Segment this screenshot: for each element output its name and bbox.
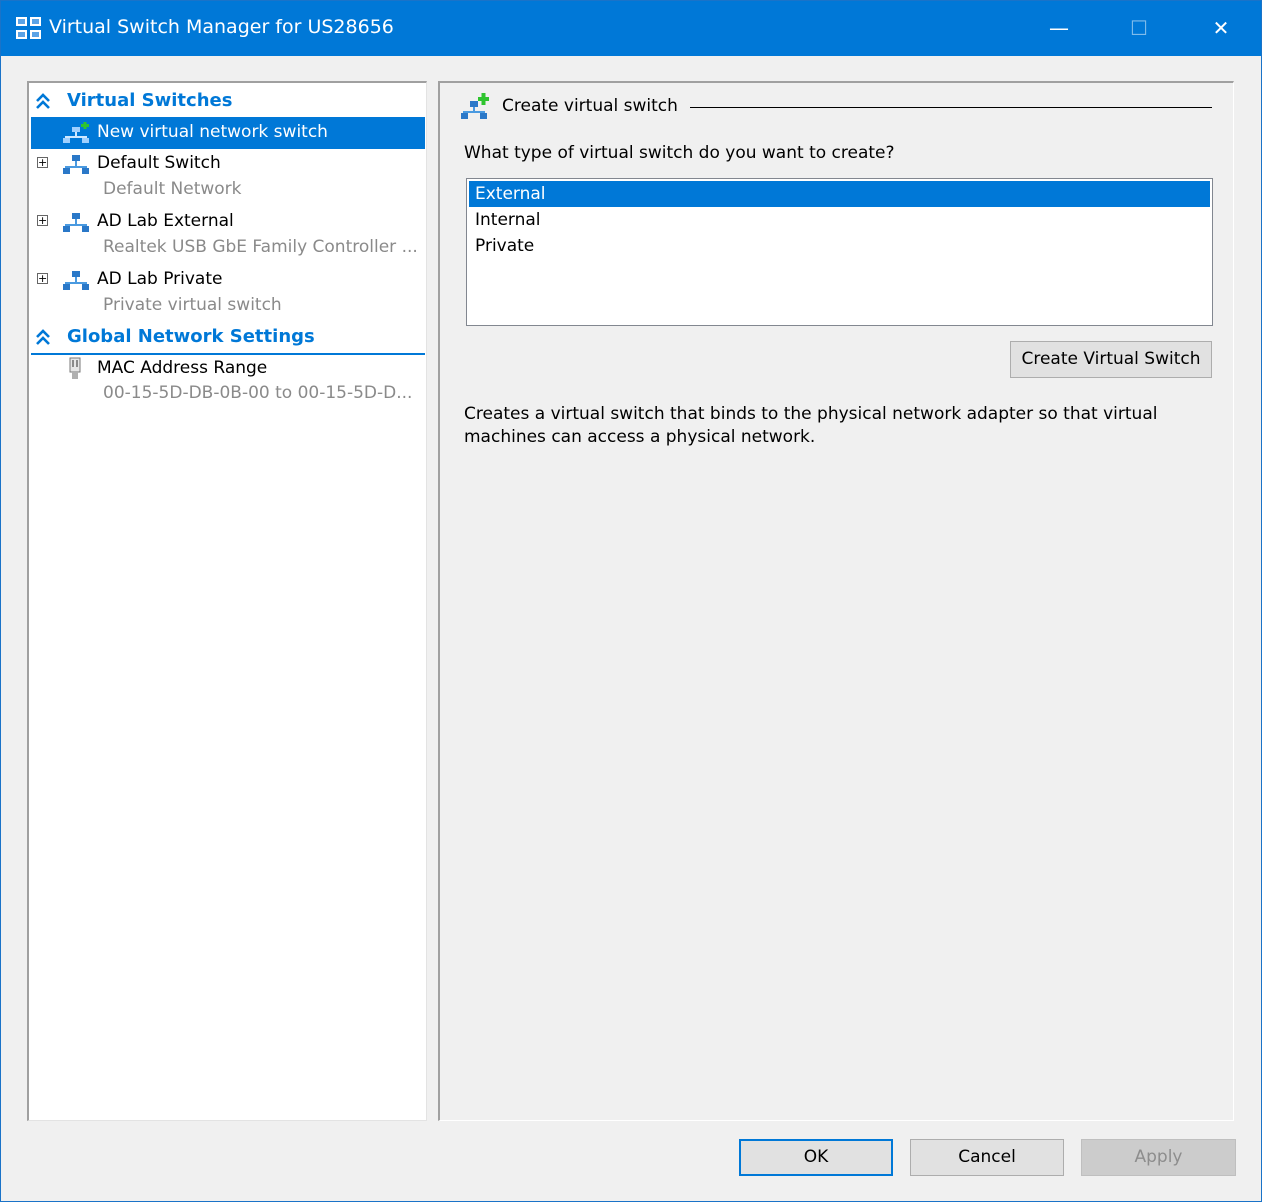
expand-icon[interactable]: + [37,273,48,284]
network-switch-icon [63,155,89,174]
details-pane: Create virtual switch What type of virtu… [438,81,1234,1121]
tree-item-ad-lab-private[interactable]: + AD Lab Private [31,264,425,296]
switch-type-listbox[interactable]: External Internal Private [466,178,1213,326]
tree-item-subtext: Private virtual switch [103,295,282,315]
ok-button[interactable]: OK [739,1139,893,1176]
tree-item-label: Default Switch [97,153,221,173]
tree-item-label: MAC Address Range [97,358,268,378]
apply-button[interactable]: Apply [1081,1139,1236,1176]
section-header-global-network-settings[interactable]: Global Network Settings [31,323,425,355]
cancel-button[interactable]: Cancel [910,1139,1064,1176]
tree-item-subtext: 00-15-5D-DB-0B-00 to 00-15-5D-D... [103,383,413,403]
section-header-virtual-switches[interactable]: Virtual Switches [31,87,425,119]
double-chevron-up-icon [36,93,50,109]
switch-type-option-external[interactable]: External [469,181,1210,207]
double-chevron-up-icon [36,329,50,345]
tree-item-subtext: Default Network [103,179,242,199]
tree-item-subtext: Realtek USB GbE Family Controller ... [103,237,418,257]
switch-type-description: Creates a virtual switch that binds to t… [464,404,1158,447]
new-switch-icon [63,122,89,143]
expand-icon[interactable]: + [37,157,48,168]
close-button[interactable]: ✕ [1181,1,1261,56]
switch-type-option-private[interactable]: Private [469,233,1210,259]
group-title-label: Create virtual switch [502,96,678,116]
maximize-button[interactable]: ☐ [1099,1,1179,56]
expand-icon[interactable]: + [37,215,48,226]
tree-item-mac-address-range[interactable]: MAC Address Range [31,353,425,385]
virtual-switch-manager-window: Virtual Switch Manager for US28656 — ☐ ✕… [0,0,1262,1202]
section-label: Virtual Switches [67,90,233,111]
minimize-button[interactable]: — [1019,1,1099,56]
group-divider [690,107,1212,108]
group-title: Create virtual switch [460,93,1220,123]
section-label: Global Network Settings [67,326,315,347]
switch-type-question: What type of virtual switch do you want … [464,143,895,163]
window-title: Virtual Switch Manager for US28656 [49,16,394,38]
network-adapter-icon [69,357,81,379]
new-switch-icon [461,93,489,119]
network-switch-icon [63,213,89,232]
tree-item-label: New virtual network switch [97,122,328,142]
switch-type-option-internal[interactable]: Internal [469,207,1210,233]
tree-item-ad-lab-external[interactable]: + AD Lab External [31,206,425,238]
navigation-pane[interactable]: Virtual Switches New virtual network swi… [27,81,427,1121]
tree-item-default-switch[interactable]: + Default Switch [31,148,425,180]
create-virtual-switch-button[interactable]: Create Virtual Switch [1010,341,1212,378]
network-switch-icon [63,271,89,290]
tree-item-label: AD Lab External [97,211,234,231]
tree-item-new-virtual-network-switch[interactable]: New virtual network switch [31,117,425,149]
virtual-switch-manager-icon [16,17,41,39]
title-bar[interactable]: Virtual Switch Manager for US28656 — ☐ ✕ [1,1,1261,56]
tree-item-label: AD Lab Private [97,269,223,289]
